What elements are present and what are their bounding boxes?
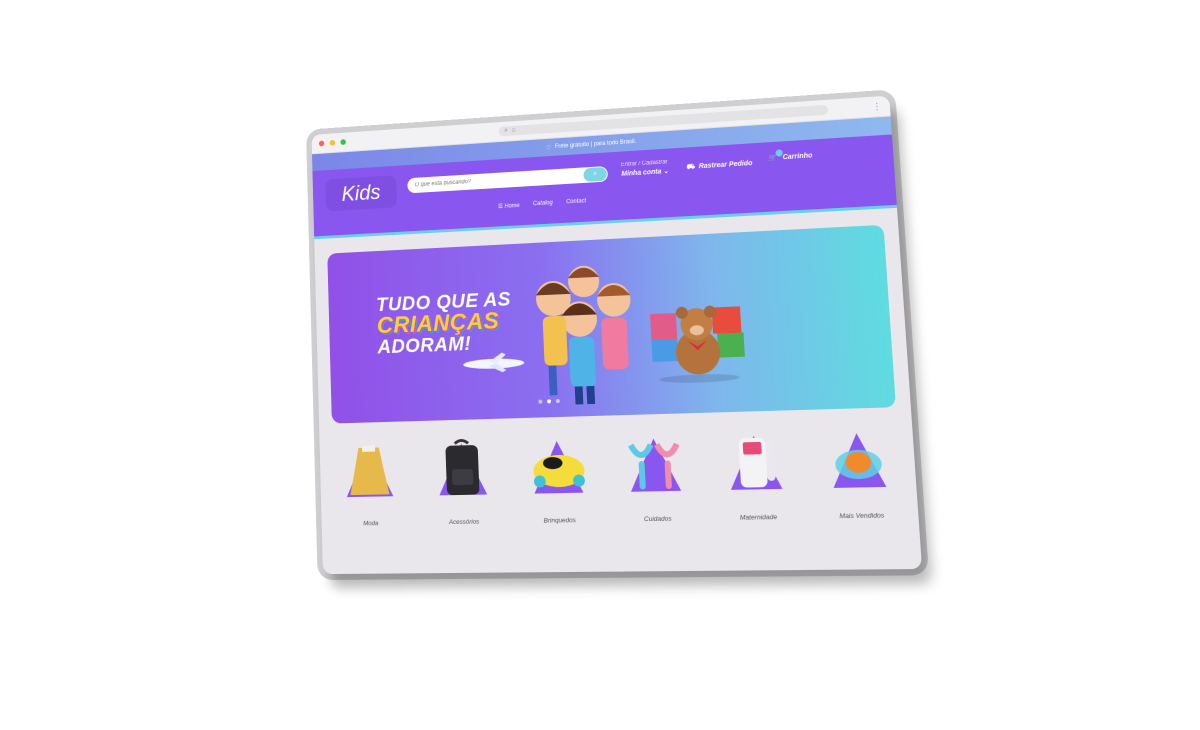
kids-illustration — [535, 265, 632, 405]
category-label: Acessórios — [448, 518, 480, 527]
category-label: Maternidade — [739, 513, 778, 522]
track-order-label: Rastrear Pedido — [698, 160, 753, 171]
account-menu[interactable]: Entrar / Cadastrar Minha conta ⌄ — [621, 158, 670, 178]
category-label: Cuidados — [643, 515, 672, 524]
heart-icon: ♡ — [545, 144, 552, 152]
hero-line-2: CRIANÇAS — [376, 307, 500, 340]
search-icon: ⌕ — [593, 170, 598, 178]
cart-icon: 🛒 — [768, 149, 783, 162]
maximize-window-button[interactable] — [340, 139, 346, 146]
cart-button[interactable]: 🛒 Carrinho — [768, 149, 813, 162]
carousel-dot-2[interactable] — [547, 399, 552, 404]
nav-item-contact[interactable]: Contact — [566, 198, 586, 206]
home-icon[interactable]: ⌂ — [512, 126, 516, 136]
account-label: Minha conta — [621, 168, 662, 178]
truck-icon: ⛟ — [685, 163, 695, 171]
category-label: Moda — [363, 520, 379, 528]
shipping-banner-text: Frete gratuito | para todo Brasil. — [554, 138, 637, 150]
category-mais-vendidos[interactable]: Mais Vendidos — [811, 424, 908, 521]
backpack-icon — [437, 435, 487, 496]
toy-car-icon — [531, 440, 585, 494]
category-brinquedos[interactable]: Brinquedos — [514, 432, 602, 525]
category-list: Moda Acessórios Brinquedos Cuidados Mate… — [329, 424, 908, 528]
carousel-dots — [538, 399, 560, 404]
nav-item-catalog[interactable]: Catalog — [533, 200, 553, 208]
menu-icon: ☰ — [497, 204, 504, 211]
nav-item-home[interactable]: ☰ Home — [498, 202, 520, 210]
bowl-icon — [830, 432, 887, 488]
minimize-window-button[interactable] — [329, 139, 336, 146]
carousel-dot-1[interactable] — [538, 399, 543, 404]
category-acessorios[interactable]: Acessórios — [420, 434, 505, 526]
doppler-icon — [728, 435, 783, 490]
airplane-toy-icon — [463, 352, 525, 373]
category-moda[interactable]: Moda — [329, 437, 412, 528]
site-logo[interactable]: Kids — [325, 175, 398, 212]
dress-icon — [345, 445, 394, 498]
cart-label: Carrinho — [782, 151, 813, 161]
category-label: Mais Vendidos — [839, 512, 885, 521]
chevron-down-icon: ⌄ — [663, 168, 670, 176]
browser-window: ⌕ ⌂ ⋮ ♡ Frete gratuito | para todo Brasi… — [311, 95, 923, 575]
toothbrush-icon — [619, 429, 693, 492]
main-nav: ☰ Home Catalog Contact — [498, 198, 587, 210]
laptop-mockup: ⌕ ⌂ ⋮ ♡ Frete gratuito | para todo Brasi… — [311, 95, 923, 575]
category-maternidade[interactable]: Maternidade — [709, 427, 803, 523]
search-button[interactable]: ⌕ — [583, 167, 608, 182]
close-window-button[interactable] — [318, 140, 325, 147]
menu-kebab-icon[interactable]: ⋮ — [872, 101, 882, 113]
category-label: Brinquedos — [543, 517, 577, 525]
hero-banner[interactable]: TUDO QUE AS CRIANÇAS ADORAM! — [327, 224, 896, 424]
category-cuidados[interactable]: Cuidados — [611, 429, 702, 523]
search-input[interactable] — [407, 171, 577, 190]
teddy-bear-blocks-illustration — [650, 305, 745, 384]
hero-headline: TUDO QUE AS CRIANÇAS ADORAM! — [376, 289, 513, 358]
carousel-dot-3[interactable] — [555, 399, 560, 404]
search-bar: ⌕ — [407, 166, 609, 194]
search-icon: ⌕ — [504, 127, 509, 135]
track-order-link[interactable]: ⛟ Rastrear Pedido — [686, 159, 753, 172]
